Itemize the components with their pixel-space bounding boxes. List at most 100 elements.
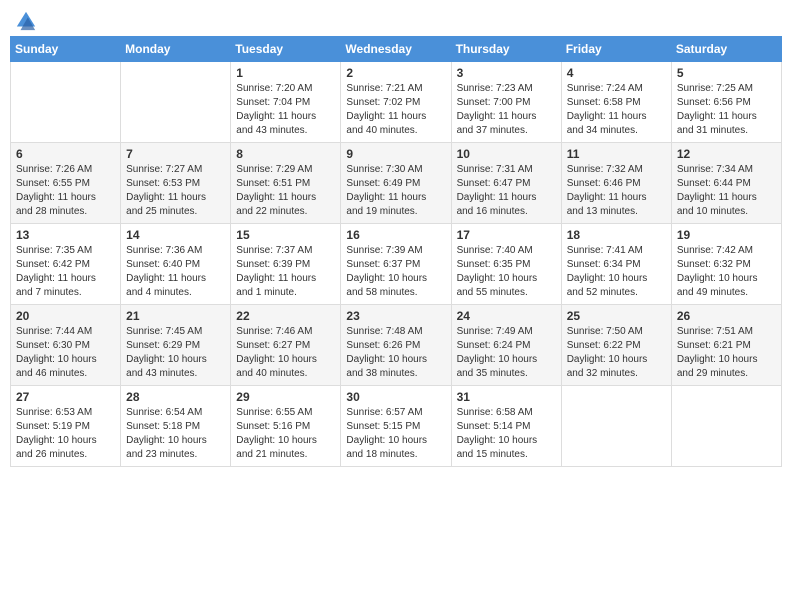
day-number: 2 bbox=[346, 66, 445, 80]
day-info: Sunrise: 7:36 AMSunset: 6:40 PMDaylight:… bbox=[126, 244, 225, 300]
calendar-cell: 6 Sunrise: 7:26 AMSunset: 6:55 PMDaylight… bbox=[11, 143, 121, 224]
day-info: Sunrise: 7:24 AMSunset: 6:58 PMDaylight:… bbox=[567, 82, 666, 138]
calendar-cell: 30 Sunrise: 6:57 AMSunset: 5:15 PMDayligh… bbox=[341, 386, 451, 467]
day-info: Sunrise: 7:45 AMSunset: 6:29 PMDaylight:… bbox=[126, 325, 225, 381]
day-info: Sunrise: 7:27 AMSunset: 6:53 PMDaylight:… bbox=[126, 163, 225, 219]
day-number: 6 bbox=[16, 147, 115, 161]
calendar-cell: 9 Sunrise: 7:30 AMSunset: 6:49 PMDaylight… bbox=[341, 143, 451, 224]
day-number: 1 bbox=[236, 66, 335, 80]
day-number: 22 bbox=[236, 309, 335, 323]
day-number: 23 bbox=[346, 309, 445, 323]
day-number: 5 bbox=[677, 66, 776, 80]
day-number: 16 bbox=[346, 228, 445, 242]
calendar-cell: 7 Sunrise: 7:27 AMSunset: 6:53 PMDaylight… bbox=[121, 143, 231, 224]
day-info: Sunrise: 7:23 AMSunset: 7:00 PMDaylight:… bbox=[457, 82, 556, 138]
day-number: 11 bbox=[567, 147, 666, 161]
day-info: Sunrise: 7:21 AMSunset: 7:02 PMDaylight:… bbox=[346, 82, 445, 138]
day-info: Sunrise: 7:34 AMSunset: 6:44 PMDaylight:… bbox=[677, 163, 776, 219]
day-info: Sunrise: 7:51 AMSunset: 6:21 PMDaylight:… bbox=[677, 325, 776, 381]
calendar-cell: 13 Sunrise: 7:35 AMSunset: 6:42 PMDayligh… bbox=[11, 224, 121, 305]
calendar-cell: 2 Sunrise: 7:21 AMSunset: 7:02 PMDaylight… bbox=[341, 62, 451, 143]
calendar-cell bbox=[11, 62, 121, 143]
week-row-5: 27Sunrise: 6:53 AMSunset: 5:19 PMDayligh… bbox=[11, 386, 782, 467]
calendar-cell: 8 Sunrise: 7:29 AMSunset: 6:51 PMDaylight… bbox=[231, 143, 341, 224]
day-info: Sunrise: 7:42 AMSunset: 6:32 PMDaylight:… bbox=[677, 244, 776, 300]
day-number: 19 bbox=[677, 228, 776, 242]
day-info: Sunrise: 7:26 AMSunset: 6:55 PMDaylight:… bbox=[16, 163, 115, 219]
calendar-cell: 31 Sunrise: 6:58 AMSunset: 5:14 PMDayligh… bbox=[451, 386, 561, 467]
day-info: Sunrise: 6:57 AMSunset: 5:15 PMDaylight:… bbox=[346, 406, 445, 462]
calendar-cell: 18 Sunrise: 7:41 AMSunset: 6:34 PMDayligh… bbox=[561, 224, 671, 305]
day-number: 29 bbox=[236, 390, 335, 404]
day-info: Sunrise: 7:49 AMSunset: 6:24 PMDaylight:… bbox=[457, 325, 556, 381]
day-info: Sunrise: 6:55 AMSunset: 5:16 PMDaylight:… bbox=[236, 406, 335, 462]
day-info: Sunrise: 7:20 AMSunset: 7:04 PMDaylight:… bbox=[236, 82, 335, 138]
day-info: Sunrise: 6:58 AMSunset: 5:14 PMDaylight:… bbox=[457, 406, 556, 462]
column-header-tuesday: Tuesday bbox=[231, 37, 341, 62]
calendar-cell: 28 Sunrise: 6:54 AMSunset: 5:18 PMDayligh… bbox=[121, 386, 231, 467]
day-number: 7 bbox=[126, 147, 225, 161]
calendar-cell: 23 Sunrise: 7:48 AMSunset: 6:26 PMDayligh… bbox=[341, 305, 451, 386]
calendar-table: SundayMondayTuesdayWednesdayThursdayFrid… bbox=[10, 36, 782, 467]
day-number: 30 bbox=[346, 390, 445, 404]
day-info: Sunrise: 7:25 AMSunset: 6:56 PMDaylight:… bbox=[677, 82, 776, 138]
day-number: 3 bbox=[457, 66, 556, 80]
calendar-cell bbox=[561, 386, 671, 467]
day-number: 10 bbox=[457, 147, 556, 161]
day-info: Sunrise: 7:48 AMSunset: 6:26 PMDaylight:… bbox=[346, 325, 445, 381]
day-number: 26 bbox=[677, 309, 776, 323]
day-number: 9 bbox=[346, 147, 445, 161]
day-info: Sunrise: 7:31 AMSunset: 6:47 PMDaylight:… bbox=[457, 163, 556, 219]
day-info: Sunrise: 6:53 AMSunset: 5:19 PMDaylight:… bbox=[16, 406, 115, 462]
week-row-1: 1 Sunrise: 7:20 AMSunset: 7:04 PMDaylight… bbox=[11, 62, 782, 143]
day-info: Sunrise: 7:50 AMSunset: 6:22 PMDaylight:… bbox=[567, 325, 666, 381]
calendar-cell: 27Sunrise: 6:53 AMSunset: 5:19 PMDayligh… bbox=[11, 386, 121, 467]
calendar-cell: 10 Sunrise: 7:31 AMSunset: 6:47 PMDayligh… bbox=[451, 143, 561, 224]
day-number: 21 bbox=[126, 309, 225, 323]
column-header-saturday: Saturday bbox=[671, 37, 781, 62]
day-number: 4 bbox=[567, 66, 666, 80]
column-header-thursday: Thursday bbox=[451, 37, 561, 62]
calendar-cell: 20Sunrise: 7:44 AMSunset: 6:30 PMDayligh… bbox=[11, 305, 121, 386]
logo bbox=[14, 10, 37, 28]
calendar-cell: 24 Sunrise: 7:49 AMSunset: 6:24 PMDayligh… bbox=[451, 305, 561, 386]
day-number: 25 bbox=[567, 309, 666, 323]
day-number: 28 bbox=[126, 390, 225, 404]
day-info: Sunrise: 7:35 AMSunset: 6:42 PMDaylight:… bbox=[16, 244, 115, 300]
calendar-cell: 4 Sunrise: 7:24 AMSunset: 6:58 PMDaylight… bbox=[561, 62, 671, 143]
calendar-cell: 16Sunrise: 7:39 AMSunset: 6:37 PMDayligh… bbox=[341, 224, 451, 305]
day-number: 24 bbox=[457, 309, 556, 323]
page-header bbox=[10, 10, 782, 28]
logo-icon bbox=[15, 10, 37, 32]
column-header-wednesday: Wednesday bbox=[341, 37, 451, 62]
calendar-cell bbox=[671, 386, 781, 467]
day-info: Sunrise: 6:54 AMSunset: 5:18 PMDaylight:… bbox=[126, 406, 225, 462]
calendar-cell: 5 Sunrise: 7:25 AMSunset: 6:56 PMDaylight… bbox=[671, 62, 781, 143]
day-number: 8 bbox=[236, 147, 335, 161]
calendar-cell: 29 Sunrise: 6:55 AMSunset: 5:16 PMDayligh… bbox=[231, 386, 341, 467]
calendar-cell: 17Sunrise: 7:40 AMSunset: 6:35 PMDayligh… bbox=[451, 224, 561, 305]
day-number: 13 bbox=[16, 228, 115, 242]
day-number: 18 bbox=[567, 228, 666, 242]
calendar-cell: 3 Sunrise: 7:23 AMSunset: 7:00 PMDaylight… bbox=[451, 62, 561, 143]
day-number: 31 bbox=[457, 390, 556, 404]
day-info: Sunrise: 7:30 AMSunset: 6:49 PMDaylight:… bbox=[346, 163, 445, 219]
column-header-friday: Friday bbox=[561, 37, 671, 62]
calendar-cell: 12Sunrise: 7:34 AMSunset: 6:44 PMDayligh… bbox=[671, 143, 781, 224]
day-number: 14 bbox=[126, 228, 225, 242]
day-info: Sunrise: 7:29 AMSunset: 6:51 PMDaylight:… bbox=[236, 163, 335, 219]
calendar-cell: 14 Sunrise: 7:36 AMSunset: 6:40 PMDayligh… bbox=[121, 224, 231, 305]
calendar-cell: 15Sunrise: 7:37 AMSunset: 6:39 PMDayligh… bbox=[231, 224, 341, 305]
calendar-cell: 19 Sunrise: 7:42 AMSunset: 6:32 PMDayligh… bbox=[671, 224, 781, 305]
day-info: Sunrise: 7:46 AMSunset: 6:27 PMDaylight:… bbox=[236, 325, 335, 381]
day-info: Sunrise: 7:32 AMSunset: 6:46 PMDaylight:… bbox=[567, 163, 666, 219]
header-row: SundayMondayTuesdayWednesdayThursdayFrid… bbox=[11, 37, 782, 62]
day-info: Sunrise: 7:41 AMSunset: 6:34 PMDaylight:… bbox=[567, 244, 666, 300]
column-header-monday: Monday bbox=[121, 37, 231, 62]
day-number: 17 bbox=[457, 228, 556, 242]
calendar-cell bbox=[121, 62, 231, 143]
calendar-cell: 11 Sunrise: 7:32 AMSunset: 6:46 PMDayligh… bbox=[561, 143, 671, 224]
week-row-2: 6 Sunrise: 7:26 AMSunset: 6:55 PMDaylight… bbox=[11, 143, 782, 224]
week-row-4: 20Sunrise: 7:44 AMSunset: 6:30 PMDayligh… bbox=[11, 305, 782, 386]
calendar-cell: 1 Sunrise: 7:20 AMSunset: 7:04 PMDaylight… bbox=[231, 62, 341, 143]
